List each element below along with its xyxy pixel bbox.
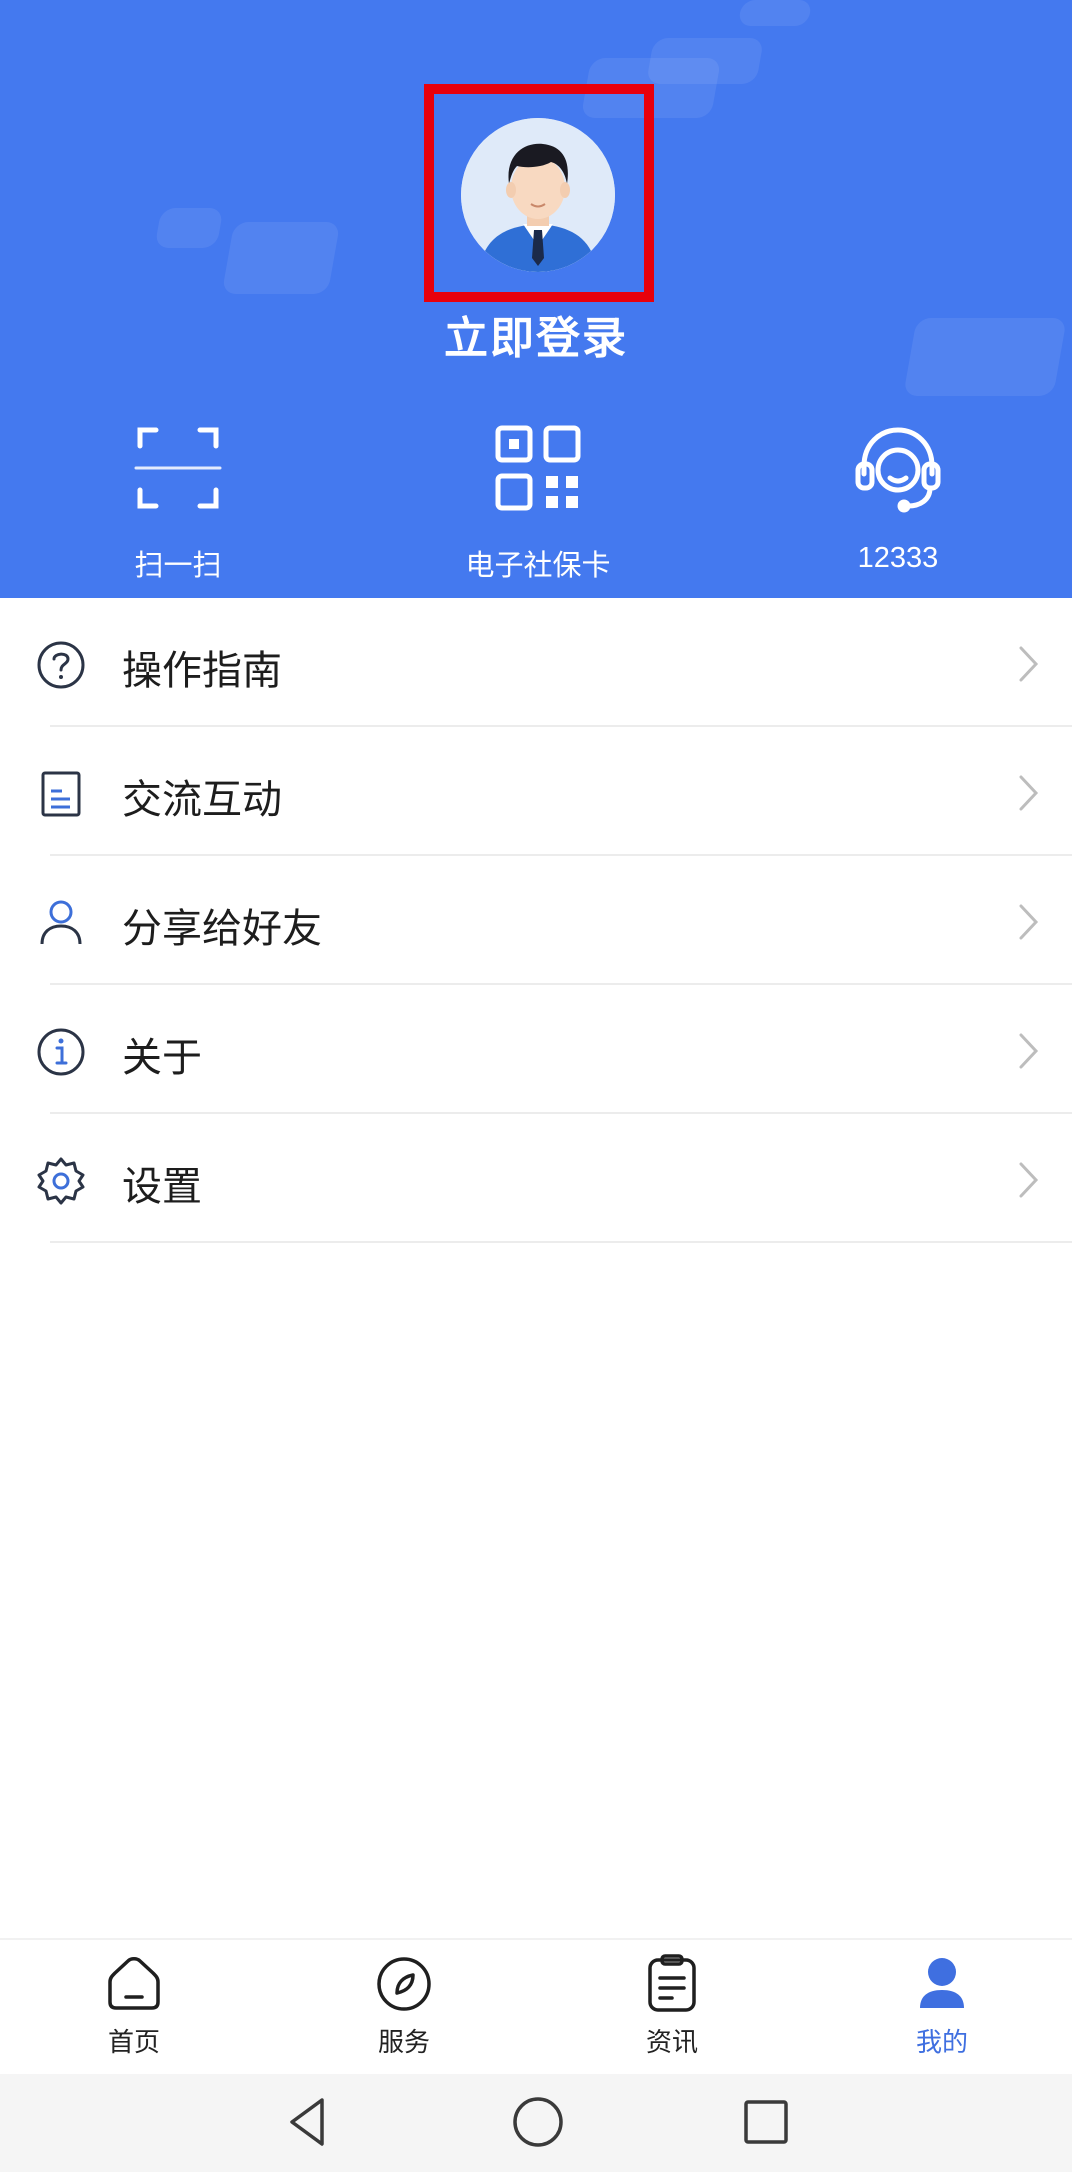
header-decoration — [154, 208, 224, 248]
social-security-card-button[interactable]: 电子社保卡 — [388, 420, 688, 582]
menu-item-about[interactable]: 关于 — [0, 985, 1072, 1114]
tab-profile[interactable]: 我的 — [862, 1952, 1022, 2072]
recent-apps-icon[interactable] — [736, 2092, 796, 2152]
chevron-right-icon — [1016, 902, 1042, 942]
tab-label: 服务 — [377, 2028, 430, 2058]
tab-home[interactable]: 首页 — [54, 1952, 214, 2072]
menu-item-label: 交流互动 — [122, 777, 282, 823]
tab-news[interactable]: 资讯 — [592, 1952, 752, 2072]
document-icon — [36, 769, 86, 819]
profile-icon — [910, 1952, 974, 2016]
menu-item-guide[interactable]: 操作指南 — [0, 598, 1072, 727]
header-decoration — [645, 38, 765, 84]
compass-icon — [372, 1952, 436, 2016]
profile-header: 立即登录 扫一扫 电子社保卡 12333 — [0, 0, 1072, 598]
tab-label: 首页 — [107, 2028, 160, 2058]
menu-item-interaction[interactable]: 交流互动 — [0, 727, 1072, 856]
menu-item-label: 关于 — [122, 1035, 202, 1081]
menu-item-label: 分享给好友 — [122, 906, 322, 952]
news-icon — [640, 1952, 704, 2016]
hotline-button[interactable]: 12333 — [748, 420, 1048, 580]
bottom-tab-bar: 首页 服务 资讯 我的 — [0, 1938, 1072, 2074]
menu-item-label: 设置 — [122, 1164, 202, 1210]
avatar-highlight-frame — [424, 84, 654, 302]
help-circle-icon — [36, 640, 86, 690]
tab-label: 资讯 — [645, 2028, 698, 2058]
chevron-right-icon — [1016, 773, 1042, 813]
back-icon[interactable] — [278, 2092, 338, 2152]
header-decoration — [221, 222, 341, 294]
menu-item-settings[interactable]: 设置 — [0, 1114, 1072, 1243]
scan-icon — [130, 420, 226, 516]
login-button[interactable]: 立即登录 — [0, 302, 1072, 366]
chevron-right-icon — [1016, 1031, 1042, 1071]
settings-menu: 操作指南 交流互动 分享给好友 关于 设置 — [0, 598, 1072, 1243]
info-icon — [36, 1027, 86, 1077]
gear-icon — [36, 1156, 86, 1206]
chevron-right-icon — [1016, 1160, 1042, 1200]
person-icon — [36, 898, 86, 948]
social-security-card-label: 电子社保卡 — [465, 550, 611, 582]
scan-label: 扫一扫 — [134, 550, 222, 582]
menu-item-label: 操作指南 — [122, 648, 282, 694]
scan-button[interactable]: 扫一扫 — [28, 420, 328, 582]
tab-label: 我的 — [915, 2028, 968, 2058]
headset-icon — [850, 420, 946, 516]
qr-code-icon — [490, 420, 586, 516]
home-icon — [102, 1952, 166, 2016]
menu-item-share[interactable]: 分享给好友 — [0, 856, 1072, 985]
tab-services[interactable]: 服务 — [324, 1952, 484, 2072]
home-circle-icon[interactable] — [508, 2092, 568, 2152]
header-decoration — [737, 0, 813, 26]
hotline-label: 12333 — [857, 542, 939, 574]
system-navigation-bar — [0, 2074, 1072, 2172]
divider — [50, 1241, 1072, 1243]
chevron-right-icon — [1016, 644, 1042, 684]
